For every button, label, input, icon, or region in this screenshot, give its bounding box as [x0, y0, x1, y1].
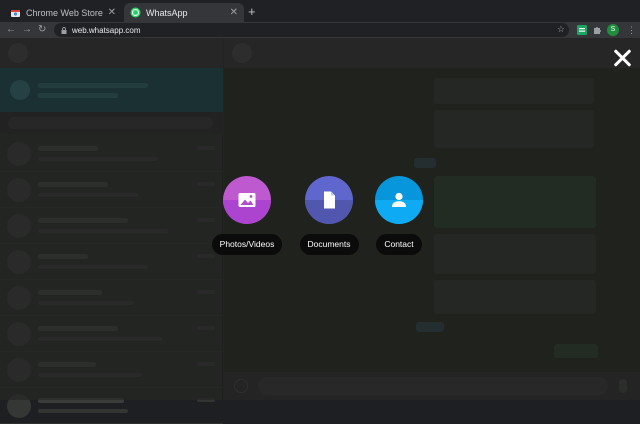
whatsapp-icon — [130, 7, 141, 18]
photos-videos-circle[interactable] — [223, 176, 271, 224]
profile-avatar[interactable]: S — [607, 24, 619, 36]
puzzle-icon[interactable] — [592, 25, 602, 35]
photos-videos-label: Photos/Videos — [211, 234, 283, 255]
browser-tabstrip: Chrome Web Store - Extension ✕ WhatsApp … — [0, 0, 640, 22]
address-bar[interactable]: web.whatsapp.com ☆ — [54, 23, 569, 37]
tab-whatsapp[interactable]: WhatsApp ✕ — [124, 3, 244, 22]
tab-close-icon[interactable]: ✕ — [108, 7, 116, 18]
person-icon — [392, 192, 406, 207]
bookmark-star-icon[interactable]: ☆ — [557, 24, 565, 35]
browser-toolbar: ← → ↻ web.whatsapp.com ☆ S ⋮ — [0, 22, 640, 38]
photos-videos-button[interactable]: Photos/Videos — [202, 176, 292, 255]
contact-circle[interactable] — [375, 176, 423, 224]
url-text: web.whatsapp.com — [72, 25, 141, 35]
image-icon — [238, 193, 256, 207]
extension-icon[interactable] — [577, 25, 587, 35]
contact-label: Contact — [376, 234, 422, 255]
back-button[interactable]: ← — [6, 22, 16, 38]
chrome-web-store-icon — [11, 10, 20, 17]
documents-circle[interactable] — [305, 176, 353, 224]
browser-menu-icon[interactable]: ⋮ — [627, 24, 636, 36]
attachment-overlay: Photos/Videos Documents Contact — [0, 38, 640, 400]
tab-close-icon[interactable]: ✕ — [230, 7, 238, 18]
tab-chrome-web-store[interactable]: Chrome Web Store - Extension ✕ — [4, 3, 122, 22]
reload-button[interactable]: ↻ — [38, 22, 46, 38]
document-icon — [324, 191, 335, 209]
lock-icon — [61, 26, 67, 34]
new-tab-button[interactable]: + — [248, 4, 256, 19]
documents-label: Documents — [299, 234, 359, 255]
tab-title: WhatsApp — [146, 7, 188, 18]
forward-button[interactable]: → — [22, 22, 32, 38]
contact-button[interactable]: Contact — [354, 176, 444, 255]
tab-title: Chrome Web Store - Extension — [26, 7, 105, 18]
close-icon[interactable] — [610, 46, 634, 70]
